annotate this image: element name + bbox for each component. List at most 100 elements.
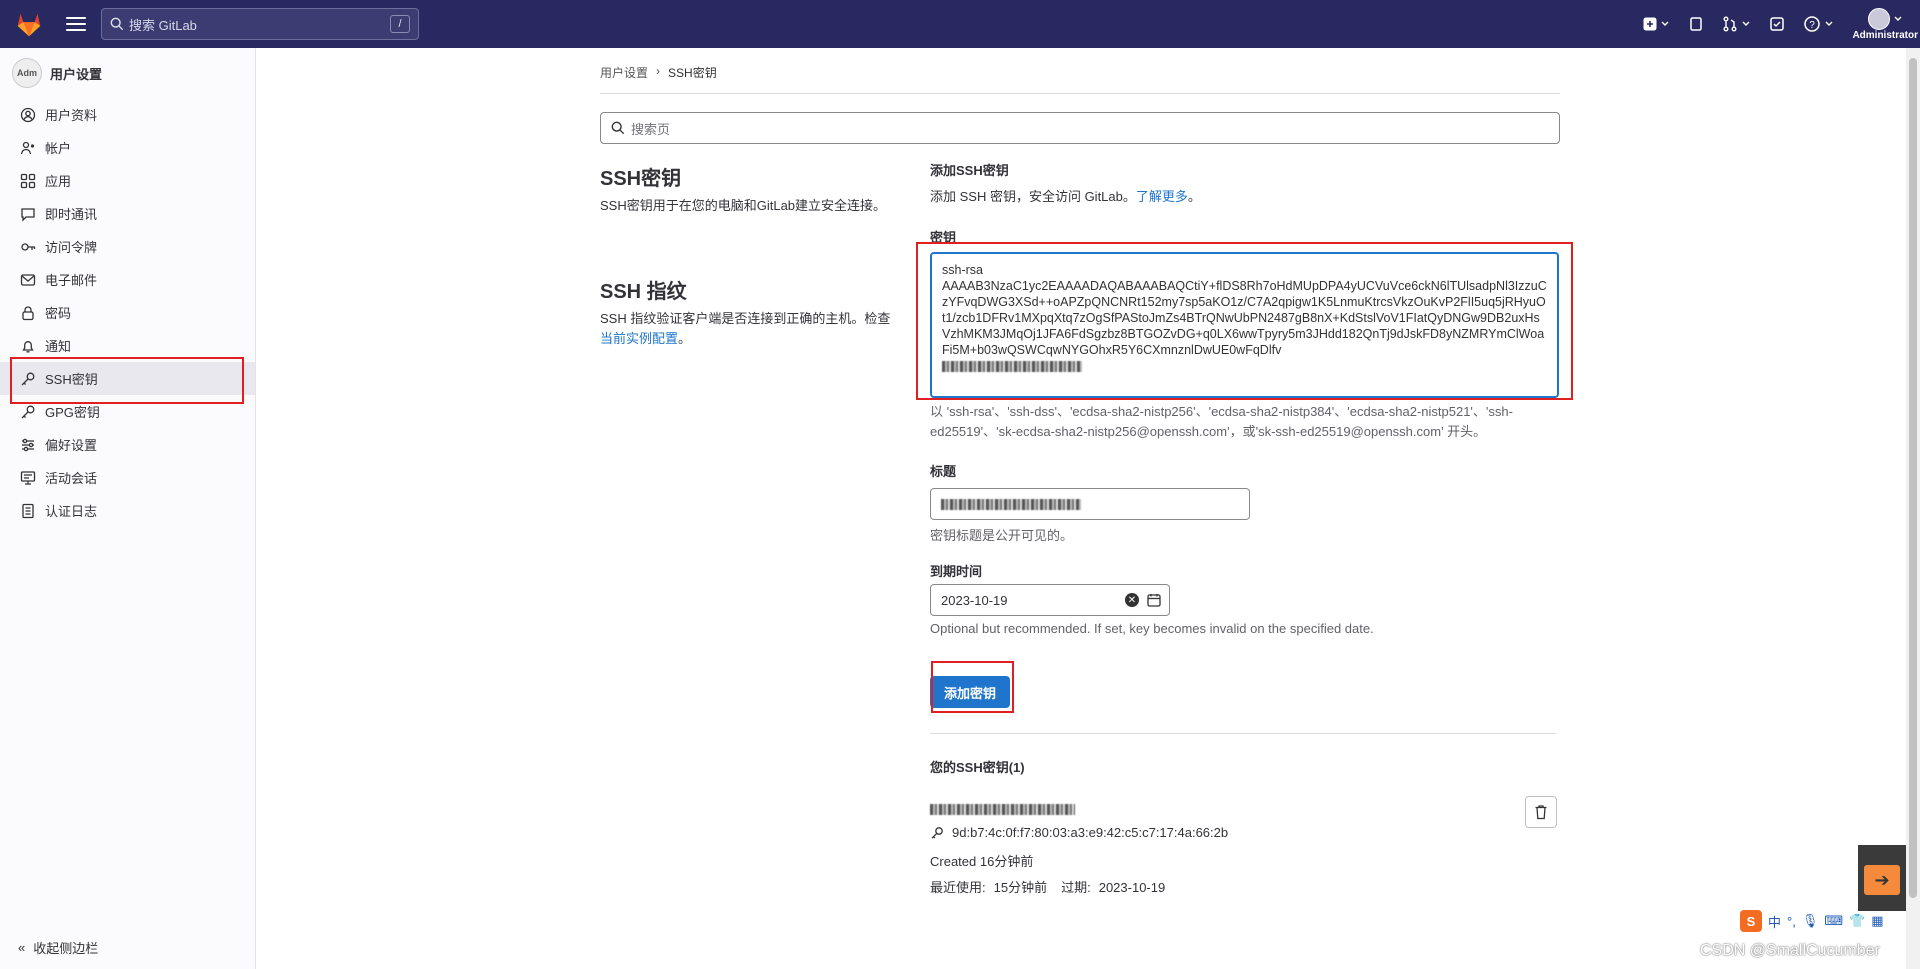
sidebar-item-label: 偏好设置	[45, 438, 98, 453]
ssh-fingerprint-description: SSH 指纹验证客户端是否连接到正确的主机。检查当前实例配置。	[600, 309, 900, 349]
key-list-item-title[interactable]	[930, 801, 1560, 816]
sidebar-item-3[interactable]: 即时通讯	[0, 197, 255, 230]
gitlab-logo-icon[interactable]	[14, 9, 44, 39]
last-used-label: 最近使用:	[930, 880, 986, 895]
menu-hamburger-icon[interactable]	[66, 17, 86, 31]
sidebar-item-5[interactable]: 电子邮件	[0, 263, 255, 296]
avatar: Adm	[12, 58, 42, 88]
issues-icon	[1690, 17, 1703, 31]
ssh-fingerprint-title: SSH 指纹	[600, 281, 687, 303]
scrollbar-thumb[interactable]	[1909, 58, 1917, 898]
key-fingerprint-row: 9d:b7:4c:0f:f7:80:03:a3:e9:42:c5:c7:17:4…	[930, 823, 1560, 843]
sidebar-item-2[interactable]: 应用	[0, 164, 255, 197]
help-icon: ?	[1804, 16, 1821, 32]
key-icon	[931, 827, 943, 839]
todos-button[interactable]	[1769, 16, 1785, 32]
collapse-sidebar-button[interactable]: « 收起侧边栏	[18, 938, 98, 957]
highlight-box-key	[916, 242, 1573, 400]
last-used-value: 15分钟前	[993, 880, 1048, 895]
sidebar-item-4[interactable]: 访问令牌	[0, 230, 255, 263]
sidebar-item-label: 帐户	[45, 141, 72, 156]
chevron-down-icon	[1825, 21, 1833, 26]
ssh-keys-title: SSH密钥	[600, 168, 682, 190]
search-icon	[611, 121, 625, 135]
sogou-ime-icon: S	[1740, 910, 1762, 932]
ime-toolbar[interactable]: S 中 °, 🎙 ⌨ 👕 ▦	[1740, 910, 1884, 932]
user-menu[interactable]: Administrator	[1852, 7, 1918, 41]
sidebar-item-label: 认证日志	[45, 504, 98, 519]
merge-requests-button[interactable]	[1722, 16, 1751, 32]
create-new-button[interactable]	[1643, 17, 1670, 31]
settings-sidebar: Adm 用户设置 用户资料 帐户 应用 即时通讯 访问令牌 电子邮件 密码 通知 SSH密钥 GP…	[0, 48, 256, 969]
grid-icon: ▦	[1871, 913, 1884, 928]
sidebar-header[interactable]: Adm 用户设置	[0, 48, 255, 98]
page-scrollbar[interactable]	[1906, 48, 1920, 969]
add-ssh-key-subtitle: 添加 SSH 密钥，安全访问 GitLab。了解更多。	[930, 187, 1560, 207]
title-help: 密钥标题是公开可见的。	[930, 528, 1074, 543]
highlight-box-ssh-keys	[10, 357, 244, 404]
issues-button[interactable]	[1688, 16, 1704, 32]
learn-more-link[interactable]: 了解更多	[1136, 189, 1188, 204]
svg-text:?: ?	[1810, 20, 1816, 31]
ime-mode-label: 中	[1768, 914, 1782, 930]
expires-label: 过期:	[1061, 880, 1091, 895]
preferences-icon	[20, 437, 36, 453]
sidebar-item-label: 用户资料	[45, 108, 98, 123]
sidebar-item-0[interactable]: 用户资料	[0, 98, 255, 131]
sidebar-item-label: 访问令牌	[45, 240, 98, 255]
microphone-icon: 🎙	[1801, 913, 1819, 928]
sidebar-item-label: 电子邮件	[45, 273, 98, 288]
user-avatar	[1867, 7, 1890, 30]
plus-square-icon	[1643, 17, 1657, 31]
help-button[interactable]: ?	[1803, 15, 1834, 33]
token-icon	[20, 239, 36, 255]
chevron-down-icon	[1742, 21, 1750, 26]
instance-config-link[interactable]: 当前实例配置	[600, 331, 678, 346]
calendar-icon[interactable]	[1147, 593, 1161, 607]
todo-check-icon	[1770, 17, 1785, 31]
double-chevron-left-icon: «	[18, 940, 26, 955]
bell-icon	[20, 338, 36, 354]
email-icon	[20, 272, 36, 288]
page-search-input[interactable]: 搜索页	[600, 112, 1560, 144]
arrow-right-icon: ➔	[1864, 865, 1900, 895]
fingerprint-description-suffix: 。	[678, 331, 692, 346]
expiry-date-input[interactable]: 2023-10-19 ✕	[930, 584, 1170, 616]
title-label: 标题	[930, 464, 957, 479]
section-divider	[930, 733, 1556, 734]
key-fingerprint: 9d:b7:4c:0f:f7:80:03:a3:e9:42:c5:c7:17:4…	[952, 825, 1229, 840]
applications-icon	[20, 173, 36, 189]
key-title-input[interactable]	[930, 488, 1250, 520]
sidebar-item-12[interactable]: 认证日志	[0, 494, 255, 527]
breadcrumb-separator: ›	[656, 64, 661, 78]
key-usage-row: 最近使用: 15分钟前 过期: 2023-10-19	[930, 878, 1560, 898]
log-icon	[20, 503, 36, 519]
expiry-date-value: 2023-10-19	[941, 592, 1008, 608]
sidebar-nav: 用户资料 帐户 应用 即时通讯 访问令牌 电子邮件 密码 通知 SSH密钥 GPG密钥 偏好设置 活动…	[0, 98, 255, 527]
chevron-down-icon	[1661, 21, 1669, 26]
page-search-placeholder: 搜索页	[631, 121, 671, 137]
punctuation-icon: °,	[1787, 913, 1796, 929]
profile-icon	[20, 107, 36, 123]
sidebar-item-label: GPG密钥	[45, 405, 100, 420]
sidebar-item-label: 通知	[45, 339, 72, 354]
sidebar-item-6[interactable]: 密码	[0, 296, 255, 329]
clear-icon[interactable]: ✕	[1125, 593, 1139, 607]
sidebar-item-11[interactable]: 活动会话	[0, 461, 255, 494]
floating-side-widget[interactable]: ➔	[1858, 845, 1906, 911]
trash-icon	[1535, 805, 1547, 820]
breadcrumb-parent-link[interactable]: 用户设置	[600, 64, 648, 81]
sidebar-item-10[interactable]: 偏好设置	[0, 428, 255, 461]
delete-key-button[interactable]	[1525, 796, 1557, 828]
sidebar-item-1[interactable]: 帐户	[0, 131, 255, 164]
sidebar-item-label: 活动会话	[45, 471, 98, 486]
account-icon	[20, 140, 36, 156]
watermark: CSDN @SmallCucumber	[1700, 942, 1880, 959]
key-format-help: 以 'ssh-rsa'、'ssh-dss'、'ecdsa-sha2-nistp2…	[930, 404, 1513, 439]
collapse-sidebar-label: 收起侧边栏	[33, 941, 99, 956]
user-name: Administrator	[1852, 29, 1918, 41]
highlight-box-add-button	[931, 661, 1014, 713]
chat-icon	[20, 206, 36, 222]
session-icon	[20, 470, 36, 486]
global-search-input[interactable]: 搜索 GitLab /	[101, 8, 419, 40]
